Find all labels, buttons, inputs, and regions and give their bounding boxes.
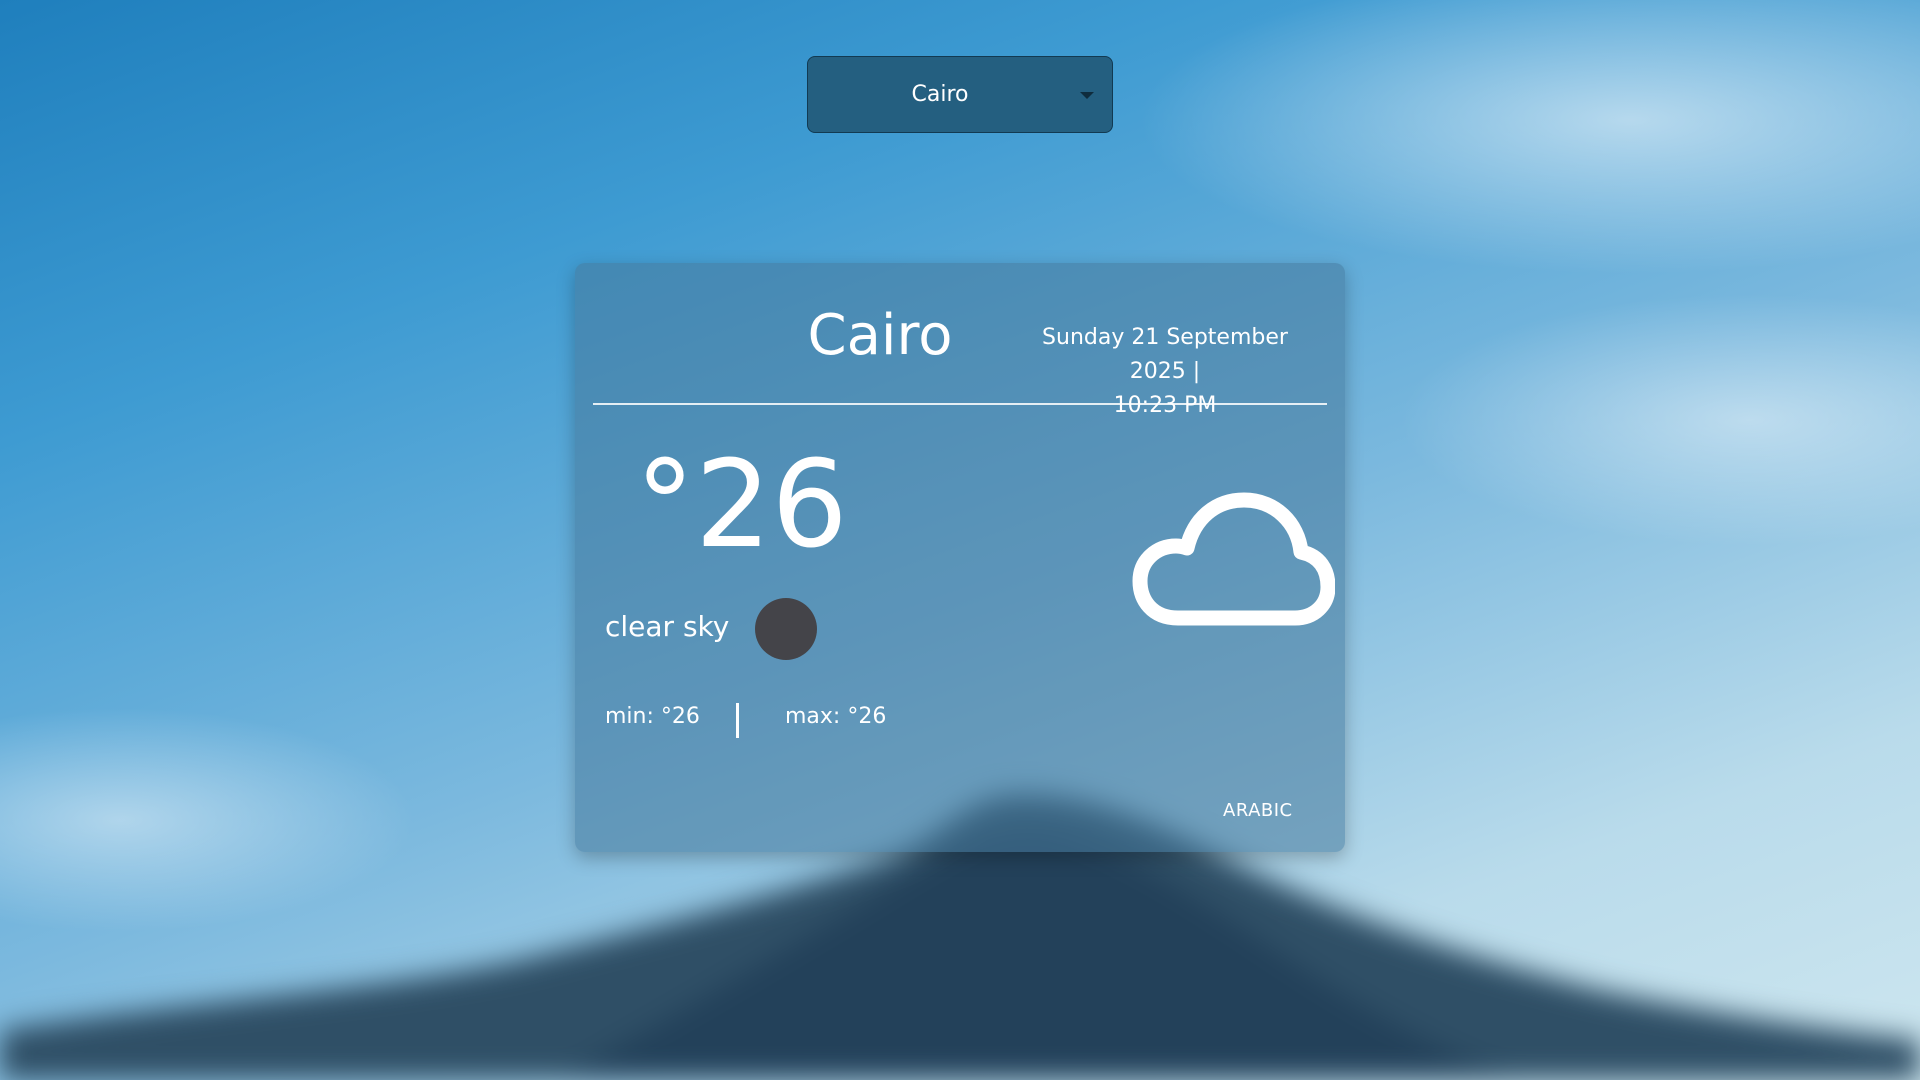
date-text: Sunday 21 September 2025 |: [1042, 325, 1288, 384]
cloud-icon: [1132, 492, 1335, 626]
current-temperature: °26: [635, 436, 848, 575]
weather-status-icon: [755, 598, 817, 660]
weather-card: Cairo Sunday 21 September 2025 | 10:23 P…: [575, 263, 1345, 852]
divider: [593, 403, 1327, 405]
max-temperature: max: °26: [785, 704, 887, 729]
min-max-separator: [736, 703, 739, 738]
language-toggle-button[interactable]: ARABIC: [1223, 800, 1293, 821]
city-name: Cairo: [807, 303, 953, 368]
weather-description: clear sky: [605, 610, 730, 643]
min-temperature: min: °26: [605, 704, 700, 729]
time-text: 10:23 PM: [1113, 393, 1217, 418]
chevron-down-icon: [1080, 92, 1094, 99]
city-select-value: Cairo: [911, 82, 969, 107]
date-time: Sunday 21 September 2025 | 10:23 PM: [1015, 321, 1315, 423]
city-select[interactable]: Cairo: [807, 56, 1113, 133]
